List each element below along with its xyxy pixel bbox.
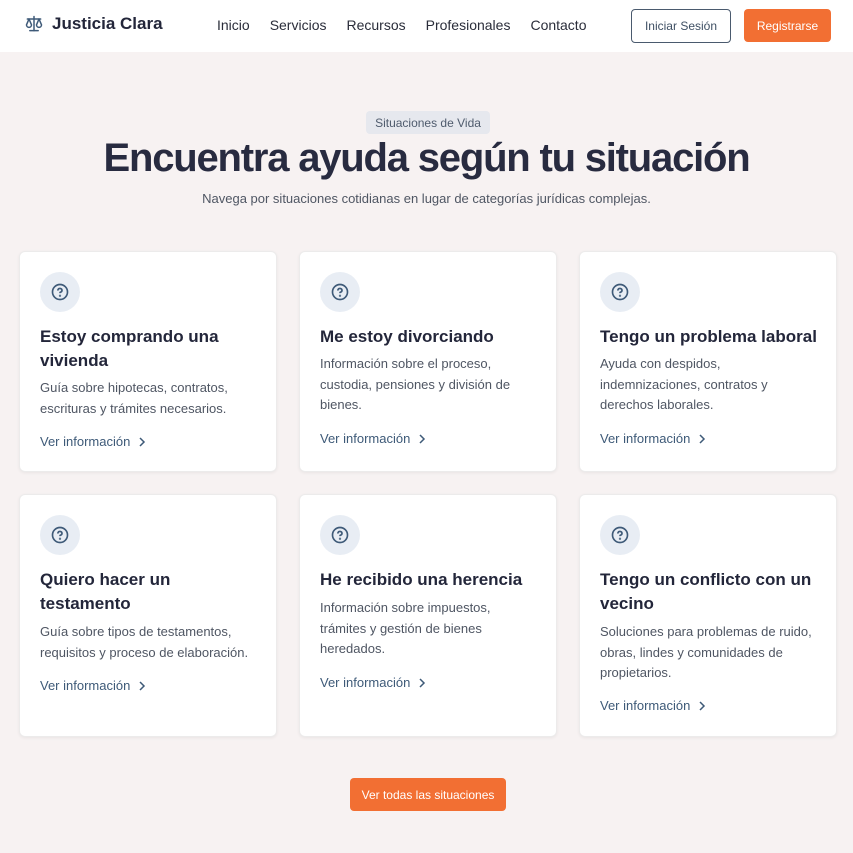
page-title: Encuentra ayuda según tu situación bbox=[103, 136, 751, 180]
question-circle-icon bbox=[331, 526, 349, 544]
main-nav: Inicio Servicios Recursos Profesionales … bbox=[217, 17, 607, 33]
chevron-right-icon bbox=[139, 680, 146, 691]
chevron-right-icon bbox=[139, 436, 146, 447]
chevron-right-icon bbox=[699, 433, 706, 444]
card-link[interactable]: Ver información bbox=[600, 431, 706, 446]
card-link-label: Ver información bbox=[320, 675, 411, 690]
card-link-label: Ver información bbox=[600, 431, 691, 446]
register-button[interactable]: Registrarse bbox=[744, 9, 831, 42]
nav-link-inicio[interactable]: Inicio bbox=[217, 17, 250, 33]
card-icon-wrapper bbox=[320, 515, 360, 555]
chevron-right-icon bbox=[419, 433, 426, 444]
view-all-situations-button[interactable]: Ver todas las situaciones bbox=[350, 778, 506, 811]
scales-icon bbox=[25, 15, 43, 32]
card-description: Guía sobre hipotecas, contratos, escritu… bbox=[40, 380, 228, 416]
question-circle-icon bbox=[611, 526, 629, 544]
card-title: Quiero hacer un testamento bbox=[40, 570, 171, 613]
nav-link-profesionales[interactable]: Profesionales bbox=[426, 17, 511, 33]
card-title: He recibido una herencia bbox=[320, 570, 523, 589]
card-icon-wrapper bbox=[40, 515, 80, 555]
card-icon-wrapper bbox=[40, 272, 80, 312]
card-link[interactable]: Ver información bbox=[600, 698, 706, 713]
card-description: Soluciones para problemas de ruido, obra… bbox=[600, 624, 812, 680]
card-title: Tengo un conflicto con un vecino bbox=[600, 570, 812, 613]
situation-card-laboral[interactable]: Tengo un problema laboral Ayuda con desp… bbox=[579, 251, 837, 472]
section-badge: Situaciones de Vida bbox=[366, 111, 490, 134]
brand-name: Justicia Clara bbox=[52, 14, 163, 33]
card-title: Me estoy divorciando bbox=[320, 327, 494, 346]
question-circle-icon bbox=[331, 283, 349, 301]
card-link-label: Ver información bbox=[40, 678, 131, 693]
chevron-right-icon bbox=[699, 700, 706, 711]
login-button[interactable]: Iniciar Sesión bbox=[631, 9, 731, 43]
situation-card-divorcio[interactable]: Me estoy divorciando Información sobre e… bbox=[299, 251, 557, 472]
nav-link-servicios[interactable]: Servicios bbox=[270, 17, 327, 33]
card-icon-wrapper bbox=[320, 272, 360, 312]
card-icon-wrapper bbox=[600, 272, 640, 312]
card-description: Ayuda con despidos, indemnizaciones, con… bbox=[600, 356, 768, 412]
card-link[interactable]: Ver información bbox=[320, 431, 426, 446]
situation-card-vivienda[interactable]: Estoy comprando una vivienda Guía sobre … bbox=[19, 251, 277, 472]
card-title: Tengo un problema laboral bbox=[600, 327, 817, 346]
situation-card-herencia[interactable]: He recibido una herencia Información sob… bbox=[299, 494, 557, 737]
card-link[interactable]: Ver información bbox=[40, 678, 146, 693]
nav-link-recursos[interactable]: Recursos bbox=[346, 17, 405, 33]
situation-card-vecino[interactable]: Tengo un conflicto con un vecino Solucio… bbox=[579, 494, 837, 737]
page-subtitle: Navega por situaciones cotidianas en lug… bbox=[202, 191, 651, 206]
card-description: Guía sobre tipos de testamentos, requisi… bbox=[40, 624, 249, 660]
card-link-label: Ver información bbox=[40, 434, 131, 449]
card-link[interactable]: Ver información bbox=[320, 675, 426, 690]
card-icon-wrapper bbox=[600, 515, 640, 555]
chevron-right-icon bbox=[419, 677, 426, 688]
card-link-label: Ver información bbox=[320, 431, 411, 446]
card-title: Estoy comprando una vivienda bbox=[40, 327, 219, 370]
question-circle-icon bbox=[611, 283, 629, 301]
card-link-label: Ver información bbox=[600, 698, 691, 713]
nav-link-contacto[interactable]: Contacto bbox=[530, 17, 586, 33]
question-circle-icon bbox=[51, 526, 69, 544]
situation-card-testamento[interactable]: Quiero hacer un testamento Guía sobre ti… bbox=[19, 494, 277, 737]
card-description: Información sobre impuestos, trámites y … bbox=[320, 600, 491, 656]
question-circle-icon bbox=[51, 283, 69, 301]
card-description: Información sobre el proceso, custodia, … bbox=[320, 356, 511, 412]
card-link[interactable]: Ver información bbox=[40, 434, 146, 449]
brand[interactable]: Justicia Clara bbox=[24, 14, 163, 34]
site-header: Justicia Clara Inicio Servicios Recursos… bbox=[0, 0, 853, 52]
